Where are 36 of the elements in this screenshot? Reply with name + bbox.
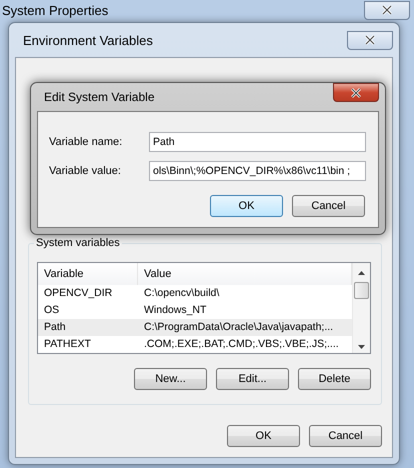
dialog-title: Edit System Variable — [44, 90, 154, 104]
table-cell-text: Path — [43, 320, 67, 335]
dialog-button[interactable]: OK — [210, 195, 283, 217]
action-button[interactable]: New... — [134, 368, 207, 390]
close-icon — [350, 88, 362, 98]
scroll-thumb[interactable] — [354, 282, 369, 299]
action-button[interactable]: Edit... — [216, 368, 289, 390]
table-cell-text: C:\opencv\build\ — [143, 286, 220, 301]
window-title: System Properties — [2, 2, 108, 18]
input-field[interactable]: Path — [149, 132, 366, 152]
input-field[interactable]: ols\Binn\;%OPENCV_DIR%\x86\vc11\bin ; — [149, 161, 366, 181]
scrollbar[interactable] — [352, 263, 370, 353]
field-label: Variable name: — [49, 136, 124, 148]
close-button[interactable] — [364, 0, 410, 20]
down-arrow-icon[interactable] — [358, 345, 365, 349]
dialog-button[interactable]: Cancel — [292, 195, 365, 217]
close-icon — [381, 5, 393, 15]
action-button[interactable]: Delete — [298, 368, 371, 390]
field-label: Variable value: — [49, 165, 122, 177]
table-cell-text: C:\ProgramData\Oracle\Java\javapath;... — [143, 320, 334, 335]
close-button[interactable] — [347, 30, 393, 50]
dialog-button[interactable]: Cancel — [309, 425, 382, 447]
table-cell-text: Windows_NT — [143, 303, 208, 318]
group-label: System variables — [34, 237, 122, 249]
table-cell-text: .COM;.EXE;.BAT;.CMD;.VBS;.VBE;.JS;.... — [143, 337, 340, 352]
table-cell-text: OS — [43, 303, 60, 318]
close-button[interactable] — [333, 83, 379, 102]
dialog-title: Environment Variables — [23, 32, 153, 48]
table-cell-text: OPENCV_DIR — [43, 286, 114, 301]
close-icon — [364, 35, 376, 45]
dialog-button[interactable]: OK — [227, 425, 300, 447]
up-arrow-icon[interactable] — [358, 271, 365, 275]
column-header[interactable]: Value — [138, 263, 352, 285]
column-header[interactable]: Variable — [38, 263, 138, 285]
table-cell-text: PATHEXT — [43, 337, 92, 352]
table-row[interactable]: Path C:\ProgramData\Oracle\Java\javapath;... — [38, 319, 352, 336]
